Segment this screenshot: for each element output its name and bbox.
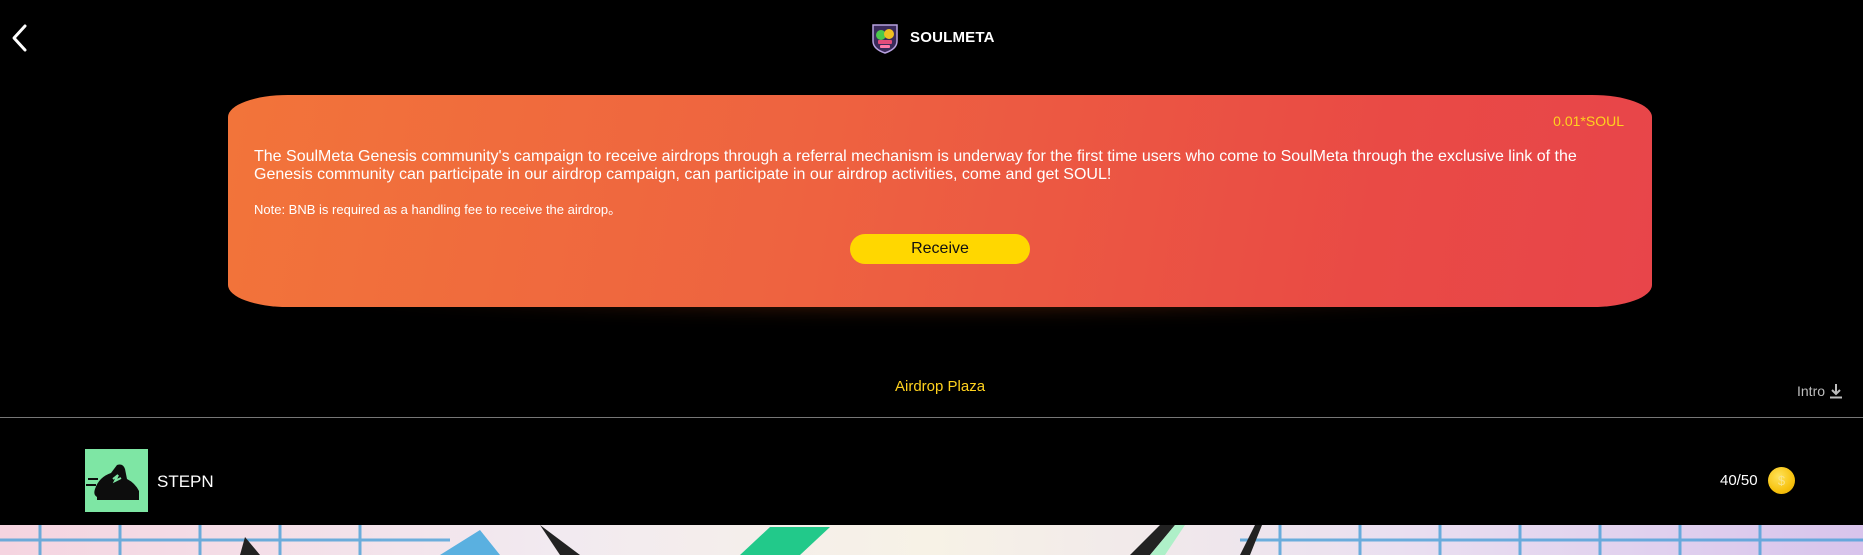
stepn-sneaker-logo — [85, 449, 148, 512]
brand-name: SOULMETA — [910, 29, 995, 46]
project-banner-image — [0, 525, 1863, 555]
intro-button[interactable]: Intro — [1797, 383, 1843, 399]
top-bar: SOULMETA — [0, 0, 1863, 76]
project-name: STEPN — [157, 472, 214, 491]
tab-airdrop-plaza[interactable]: Airdrop Plaza — [895, 378, 985, 395]
receive-button[interactable]: Receive — [850, 234, 1030, 264]
airdrop-banner: 0.01*SOUL The SoulMeta Genesis community… — [228, 95, 1652, 317]
claim-progress: 40/50 — [1720, 472, 1758, 489]
coin-icon: $ — [1768, 467, 1795, 494]
divider — [0, 417, 1863, 418]
intro-label: Intro — [1797, 383, 1826, 399]
airdrop-description: The SoulMeta Genesis community's campaig… — [254, 148, 1577, 183]
download-icon — [1830, 384, 1843, 399]
list-item[interactable]: STEPN 40/50 $ — [0, 440, 1863, 525]
soulmeta-logo — [872, 24, 898, 54]
brand: SOULMETA — [870, 21, 995, 54]
chevron-left-icon — [12, 24, 27, 52]
banner-artwork — [0, 525, 1863, 555]
back-button[interactable] — [6, 22, 34, 54]
reward-amount: 0.01*SOUL — [1553, 113, 1624, 129]
airdrop-note: Note: BNB is required as a handling fee … — [254, 202, 622, 217]
airdrop-card: 0.01*SOUL The SoulMeta Genesis community… — [228, 95, 1652, 307]
